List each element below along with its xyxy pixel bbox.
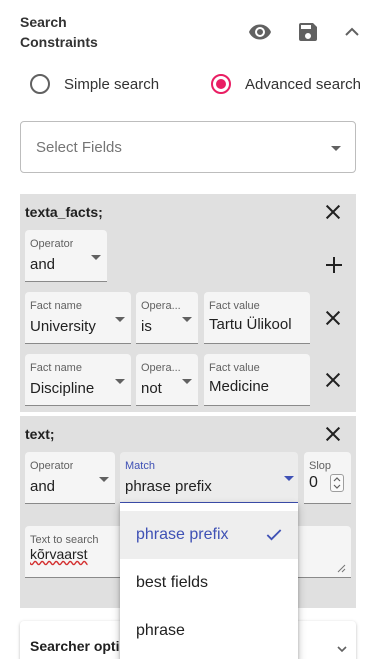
field-value: University bbox=[30, 318, 96, 335]
remove-fact-icon[interactable] bbox=[321, 306, 345, 330]
eye-icon[interactable] bbox=[247, 20, 273, 44]
dropdown-arrow-icon bbox=[182, 317, 192, 322]
fact-value-input[interactable]: Fact value Medicine bbox=[204, 354, 310, 406]
fact-name-select[interactable]: Fact name Discipline bbox=[25, 354, 131, 406]
menu-option-best-fields[interactable]: best fields bbox=[120, 559, 298, 607]
field-value: Discipline bbox=[30, 380, 95, 397]
radio-checked-icon[interactable] bbox=[211, 74, 231, 94]
field-label: Text to search bbox=[30, 534, 99, 546]
text-panel-title: text; bbox=[25, 426, 55, 442]
field-label: Fact name bbox=[30, 362, 82, 374]
advanced-search-label: Advanced search bbox=[245, 75, 361, 93]
field-value: is bbox=[141, 318, 152, 335]
field-label: Fact value bbox=[209, 362, 260, 374]
menu-option-label: phrase prefix bbox=[136, 526, 229, 543]
menu-option-label: best fields bbox=[136, 574, 209, 591]
searcher-options-title: Searcher optio bbox=[30, 638, 129, 654]
field-value: 0 bbox=[309, 474, 318, 491]
title-line-2: Constraints bbox=[20, 34, 98, 50]
match-type-select[interactable]: Match phrase prefix bbox=[120, 452, 298, 504]
field-value: phrase prefix bbox=[125, 478, 212, 495]
chevron-down-icon[interactable] bbox=[334, 641, 350, 657]
field-label: Opera... bbox=[141, 300, 181, 312]
field-label: Opera... bbox=[141, 362, 181, 374]
dropdown-arrow-icon bbox=[284, 476, 294, 481]
menu-option-label: phrase bbox=[136, 622, 185, 639]
facts-operator-select[interactable]: Operator and bbox=[25, 230, 107, 282]
fact-operator-select[interactable]: Opera... is bbox=[136, 292, 198, 344]
close-icon[interactable] bbox=[321, 200, 345, 224]
menu-option-phrase[interactable]: phrase bbox=[120, 607, 298, 655]
fact-value-input[interactable]: Fact value Tartu Ülikool bbox=[204, 292, 310, 344]
field-value: Medicine bbox=[209, 378, 270, 395]
menu-option-phrase-prefix[interactable]: phrase prefix bbox=[120, 511, 298, 559]
check-icon bbox=[266, 529, 282, 541]
dropdown-arrow-icon bbox=[115, 317, 125, 322]
text-operator-select[interactable]: Operator and bbox=[25, 452, 115, 504]
advanced-search-radio[interactable]: Advanced search bbox=[211, 72, 361, 96]
select-fields-placeholder: Select Fields bbox=[36, 139, 122, 156]
dropdown-arrow-icon bbox=[99, 477, 109, 482]
dropdown-arrow-icon bbox=[182, 379, 192, 384]
dropdown-arrow-icon bbox=[91, 255, 101, 260]
field-value: and bbox=[30, 256, 56, 273]
field-value: not bbox=[141, 380, 162, 397]
field-value: Tartu Ülikool bbox=[209, 316, 292, 333]
field-label: Operator bbox=[30, 238, 74, 250]
save-icon[interactable] bbox=[296, 20, 320, 44]
field-label: Operator bbox=[30, 460, 74, 472]
title-line-1: Search bbox=[20, 14, 67, 30]
add-icon[interactable] bbox=[322, 253, 346, 277]
field-value: and bbox=[30, 478, 56, 495]
facts-panel-title: texta_facts; bbox=[25, 204, 103, 220]
field-value: kõrvaarst bbox=[30, 546, 88, 562]
fact-operator-select[interactable]: Opera... not bbox=[136, 354, 198, 406]
dropdown-arrow-icon bbox=[115, 379, 125, 384]
close-icon[interactable] bbox=[321, 422, 345, 446]
search-constraints-title: Search Constraints bbox=[20, 12, 98, 52]
simple-search-radio[interactable]: Simple search bbox=[30, 72, 159, 96]
field-label: Fact name bbox=[30, 300, 82, 312]
field-label: Fact value bbox=[209, 300, 260, 312]
fact-name-select[interactable]: Fact name University bbox=[25, 292, 131, 344]
field-label: Match bbox=[125, 460, 155, 472]
slop-number-input[interactable]: Slop 0 bbox=[304, 452, 351, 504]
number-spinner-icon[interactable] bbox=[330, 474, 344, 492]
chevron-up-icon[interactable] bbox=[340, 20, 364, 44]
radio-unchecked-icon[interactable] bbox=[30, 74, 50, 94]
resize-handle-icon[interactable] bbox=[336, 563, 346, 573]
remove-fact-icon[interactable] bbox=[321, 368, 345, 392]
simple-search-label: Simple search bbox=[64, 75, 160, 93]
dropdown-arrow-icon bbox=[331, 146, 341, 151]
match-options-menu: phrase prefix best fields phrase bbox=[120, 503, 298, 659]
select-fields-dropdown[interactable]: Select Fields bbox=[20, 121, 356, 173]
facts-constraint-panel: texta_facts; Operator and Fact name Univ… bbox=[20, 194, 356, 412]
field-label: Slop bbox=[309, 460, 332, 472]
